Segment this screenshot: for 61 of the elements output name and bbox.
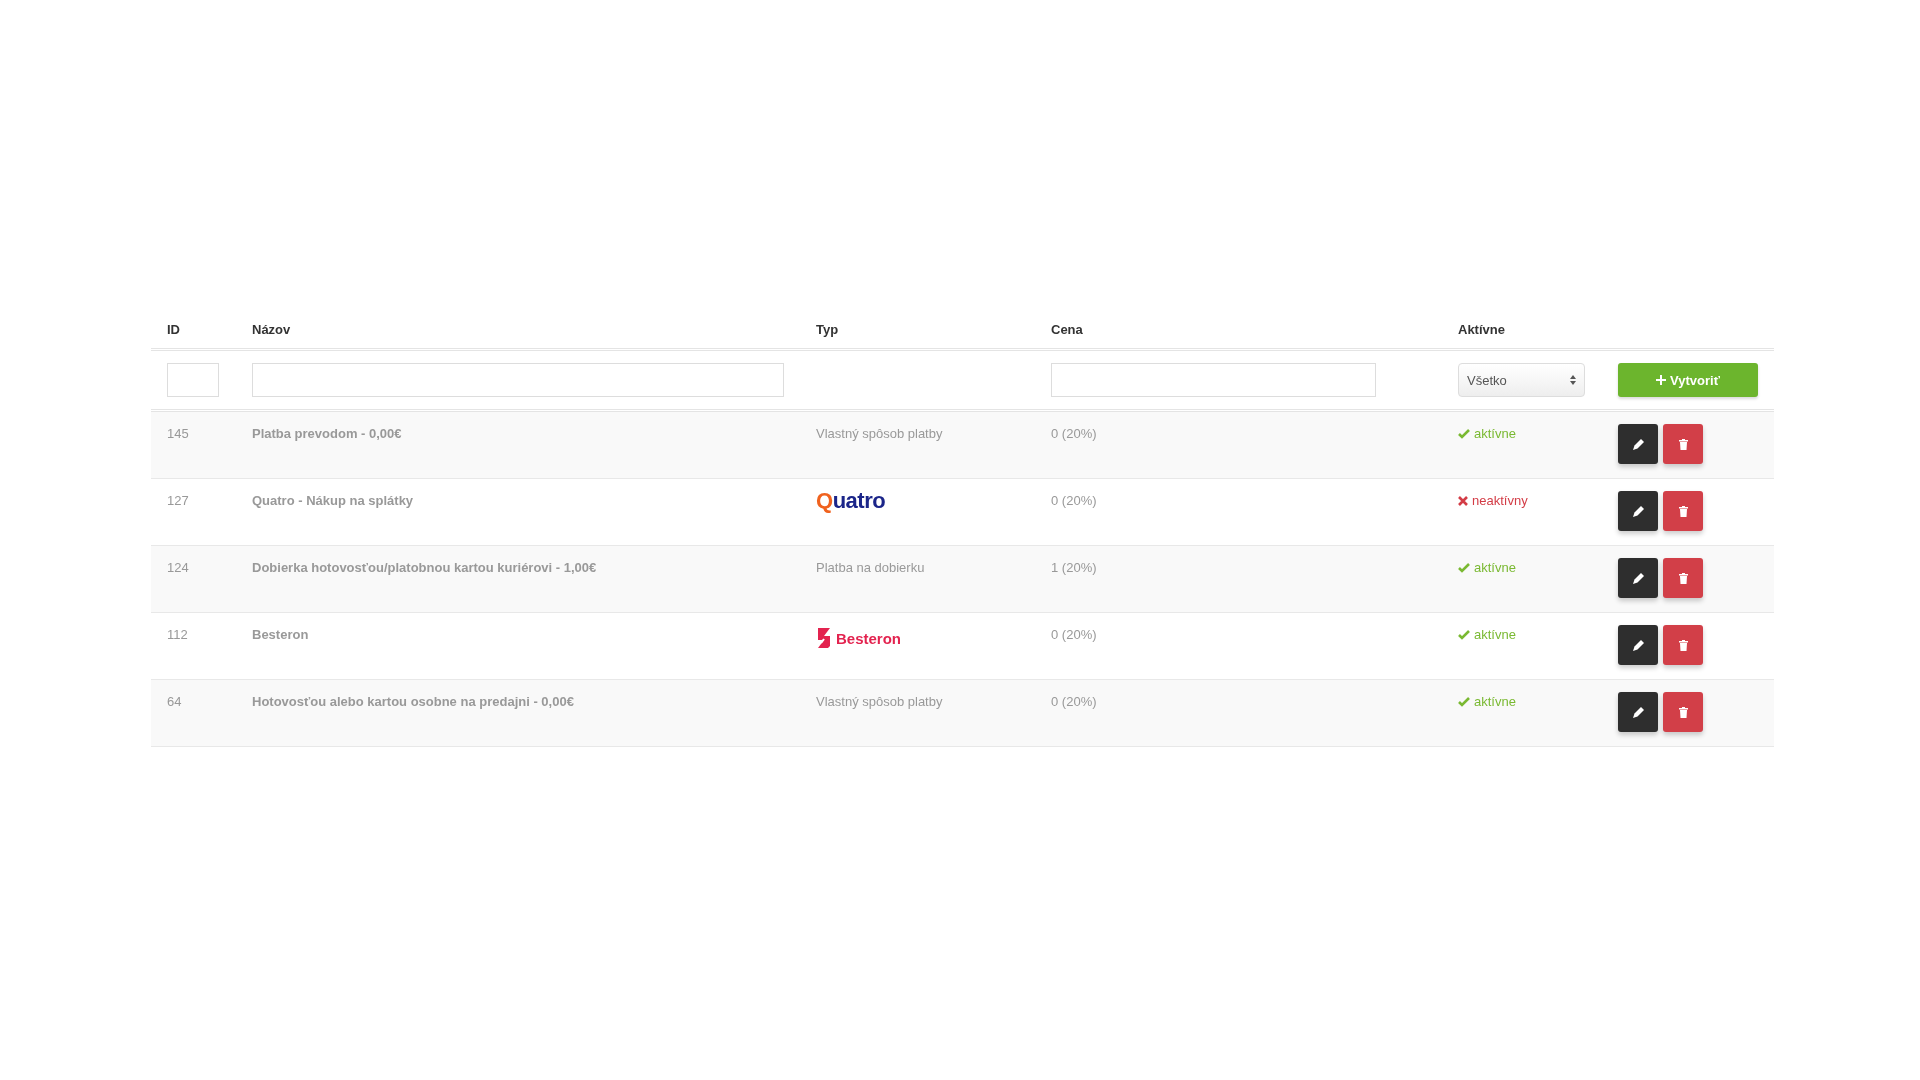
pencil-icon (1632, 438, 1644, 450)
edit-button[interactable] (1618, 424, 1658, 464)
id-filter-field[interactable] (167, 363, 219, 397)
sort-arrows-icon (1570, 375, 1576, 385)
status-label: aktívne (1474, 627, 1516, 642)
table-cell: 145 (151, 410, 236, 479)
column-header: Aktívne (1442, 310, 1602, 350)
check-icon (1458, 629, 1470, 640)
table-cell: 112 (151, 612, 236, 680)
trash-icon (1678, 505, 1688, 517)
status-select[interactable]: Všetko (1458, 363, 1585, 397)
pencil-icon (1632, 639, 1644, 651)
table-cell: 0 (20%) (1035, 679, 1442, 747)
table-cell: Platba na dobierku (800, 545, 1035, 613)
table-cell: 127 (151, 478, 236, 546)
table-cell: Hotovosťou alebo kartou osobne na predajni - 0,00€ (236, 679, 800, 747)
column-header: ID (151, 310, 236, 350)
check-icon (1458, 696, 1470, 707)
status-label: aktívne (1474, 560, 1516, 575)
table-cell: Platba prevodom - 0,00€ (236, 410, 800, 479)
trash-icon (1678, 639, 1688, 651)
table-cell: 0 (20%) (1035, 410, 1442, 479)
besteron-logo: Besteron (816, 628, 902, 648)
column-header: Názov (236, 310, 800, 350)
edit-button[interactable] (1618, 491, 1658, 531)
column-header: Cena (1035, 310, 1442, 350)
column-header: Typ (800, 310, 1035, 350)
table-cell: Quatro - Nákup na splátky (236, 478, 800, 546)
status-label: aktívne (1474, 426, 1516, 441)
table-cell: Vlastný spôsob platby (800, 410, 1035, 479)
edit-button[interactable] (1618, 625, 1658, 665)
status-label: neaktívny (1472, 493, 1528, 508)
pencil-icon (1632, 572, 1644, 584)
table-cell: 1 (20%) (1035, 545, 1442, 613)
table-cell: Dobierka hotovosťou/platobnou kartou kuriérovi - 1,00€ (236, 545, 800, 613)
quatro-logo: Quatro (816, 490, 886, 512)
price-filter-field[interactable] (1051, 363, 1376, 397)
edit-button[interactable] (1618, 692, 1658, 732)
table-cell: Besteron (236, 612, 800, 680)
status-label: aktívne (1474, 694, 1516, 709)
delete-button[interactable] (1663, 491, 1703, 531)
plus-icon (1656, 375, 1667, 385)
table-cell: 0 (20%) (1035, 612, 1442, 680)
delete-button[interactable] (1663, 558, 1703, 598)
table-cell: 0 (20%) (1035, 478, 1442, 546)
delete-button[interactable] (1663, 692, 1703, 732)
trash-icon (1678, 438, 1688, 450)
trash-icon (1678, 572, 1688, 584)
check-icon (1458, 428, 1470, 439)
table-cell: 124 (151, 545, 236, 613)
table-cell: 64 (151, 679, 236, 747)
edit-button[interactable] (1618, 558, 1658, 598)
pencil-icon (1632, 706, 1644, 718)
delete-button[interactable] (1663, 424, 1703, 464)
trash-icon (1678, 706, 1688, 718)
name-filter-field[interactable] (252, 363, 784, 397)
pencil-icon (1632, 505, 1644, 517)
table-cell: Vlastný spôsob platby (800, 679, 1035, 747)
check-icon (1458, 562, 1470, 573)
cross-icon (1458, 495, 1468, 506)
delete-button[interactable] (1663, 625, 1703, 665)
